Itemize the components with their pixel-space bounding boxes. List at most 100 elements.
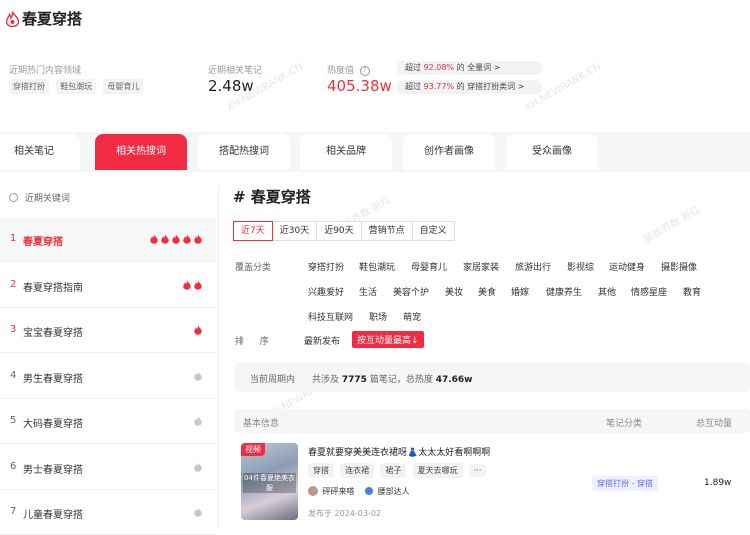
category-filter[interactable]: 萌宠 [403, 310, 421, 323]
thumbnail-caption: 04件春夏绝美衣服 [243, 473, 296, 493]
category-filter[interactable]: 摄影摄像 [661, 260, 697, 273]
flame-icon [161, 234, 169, 244]
note-tags: 穿搭 连衣裙 裙子 夏天去哪玩 ··· [308, 463, 489, 478]
rank-pill-category[interactable]: 超过 93.77% 的 穿搭打扮类词 > [396, 80, 542, 94]
category-filter[interactable]: 婚嫁 [511, 285, 529, 298]
content-area-tags: 穿搭打扮 鞋包潮玩 母婴育儿 [9, 79, 147, 94]
keyword-label: 男生春夏穿搭 [23, 373, 83, 385]
keyword-row[interactable]: 6 男士春夏穿搭 [0, 446, 216, 490]
period-7d[interactable]: 近7天 [233, 221, 273, 241]
note-tag[interactable]: 穿搭 [308, 463, 334, 478]
pill-text: 超过 [405, 82, 421, 91]
sidebar-header-text: 近期关键词 [24, 194, 70, 204]
sort-by-interaction-label: 按互动量最高 [357, 336, 412, 346]
keyword-label: 大码春夏穿搭 [23, 419, 83, 430]
keyword-row[interactable]: 7 儿童春夏穿搭 [0, 491, 216, 535]
category-filter[interactable]: 穿搭打扮 [308, 260, 344, 273]
category-filter[interactable]: 影视综 [567, 260, 594, 273]
category-filter[interactable]: 兴趣爱好 [308, 285, 344, 298]
flame-icon [183, 279, 191, 290]
category-filter[interactable]: 鞋包潮玩 [359, 260, 395, 273]
category-filter[interactable]: 运动健身 [609, 260, 645, 273]
heat-label-text: 热度值 [327, 66, 355, 76]
sort-label-part: 排 [235, 337, 245, 347]
sort-latest[interactable]: 最新发布 [304, 334, 340, 347]
heat-indicator [150, 234, 202, 244]
heat-indicator [194, 461, 202, 472]
keyword-row[interactable]: 1 春夏穿搭 [0, 218, 216, 262]
tab-related-notes[interactable]: 相关笔记 [0, 134, 80, 170]
note-tag[interactable]: 夏天去哪玩 [412, 463, 463, 478]
summary-bar: 当前周期内 共涉及 7775 篇笔记，总热度 47.66w [234, 362, 750, 392]
note-category-badge: 穿搭打扮 - 穿搭 [592, 476, 658, 491]
divider [218, 185, 219, 529]
period-marketing-node[interactable]: 营销节点 [360, 221, 413, 241]
keyword-title: # 春夏穿搭 [233, 188, 311, 206]
category-filter[interactable]: 旅游出行 [515, 260, 551, 273]
category-filter[interactable]: 情感星座 [631, 285, 667, 298]
more-tags-button[interactable]: ··· [468, 464, 487, 477]
category-filter[interactable]: 母婴育儿 [411, 260, 447, 273]
cover-category-label: 覆盖分类 [235, 263, 272, 273]
flame-icon [194, 416, 202, 426]
table-header: 基本信息 笔记分类 总互动量 [234, 409, 750, 433]
clock-icon [9, 193, 18, 202]
note-tag[interactable]: 裙子 [380, 463, 407, 478]
keyword-rank: 3 [10, 324, 17, 335]
content-tag: 穿搭打扮 [9, 79, 49, 94]
category-filter[interactable]: 美妆 [445, 285, 463, 298]
flame-icon [194, 279, 202, 290]
period-90d[interactable]: 近90天 [316, 221, 362, 241]
category-filter[interactable]: 健康养生 [546, 285, 582, 298]
heat-indicator [194, 416, 202, 426]
category-filter[interactable]: 美食 [478, 285, 496, 298]
note-tag[interactable]: 连衣裙 [340, 463, 375, 478]
flame-icon [172, 234, 180, 244]
period-custom[interactable]: 自定义 [411, 221, 455, 241]
keyword-rank: 1 [10, 233, 17, 244]
category-filter[interactable]: 家居家装 [463, 260, 499, 273]
tab-creator-profile[interactable]: 创作者画像 [403, 134, 495, 170]
tab-related-brands[interactable]: 相关品牌 [300, 134, 392, 170]
heat-indicator [194, 325, 202, 335]
category-filter[interactable]: 美容个护 [393, 285, 429, 298]
note-thumbnail[interactable]: 视频 04件春夏绝美衣服 [241, 443, 298, 520]
sort-label-part: 序 [259, 337, 269, 347]
keyword-row[interactable]: 2 春夏穿搭指南 [0, 264, 216, 308]
keyword-rank: 2 [10, 278, 17, 290]
info-icon[interactable]: ? [359, 65, 370, 76]
flame-icon [194, 461, 202, 472]
summary-count: 7775 [341, 375, 367, 385]
category-filter[interactable]: 科技互联网 [308, 310, 353, 323]
keyword-row[interactable]: 3 宝宝春夏穿搭 [0, 309, 216, 353]
category-filter[interactable]: 生活 [359, 285, 377, 298]
category-filter[interactable]: 其他 [598, 285, 616, 298]
heat-indicator [194, 370, 202, 381]
pill-text: 的 穿搭打扮类词 [456, 82, 516, 91]
sidebar-header: 近期关键词 [9, 191, 70, 204]
keyword-row[interactable]: 5 大码春夏穿搭 [0, 400, 216, 444]
tab-audience-profile[interactable]: 受众画像 [506, 134, 598, 170]
keyword-rank: 4 [10, 369, 17, 381]
keyword-label: 男士春夏穿搭 [23, 464, 83, 476]
video-badge: 视频 [241, 443, 265, 456]
flame-icon [194, 370, 202, 381]
pill-text: 的 全量词 [456, 63, 492, 72]
avatar[interactable] [308, 486, 318, 496]
arrow-down-icon: ↓ [411, 336, 419, 346]
flame-icon [194, 325, 202, 335]
author-name[interactable]: 砰砰来嗒 [323, 487, 355, 496]
tab-related-hot-searches[interactable]: 相关热搜词 [95, 134, 187, 170]
keyword-row[interactable]: 4 男生春夏穿搭 [0, 355, 216, 399]
category-filter[interactable]: 教育 [683, 285, 701, 298]
keyword-label: 春夏穿搭 [23, 237, 63, 248]
sort-by-interaction[interactable]: 按互动量最高↓ [352, 331, 424, 348]
period-30d[interactable]: 近30天 [271, 221, 318, 241]
tab-matching-hot-searches[interactable]: 搭配热搜词 [198, 134, 290, 170]
col-total-interactions: 总互动量 [696, 419, 733, 429]
rank-pill-all[interactable]: 超过 92.08% 的 全量词 > [396, 61, 542, 75]
flame-icon [183, 234, 191, 244]
category-filter[interactable]: 职场 [369, 310, 387, 323]
chevron-right-icon: > [517, 82, 525, 91]
note-title[interactable]: 春夏就要穿美美连衣裙呀👗太太太好看啊啊啊 [308, 445, 490, 458]
